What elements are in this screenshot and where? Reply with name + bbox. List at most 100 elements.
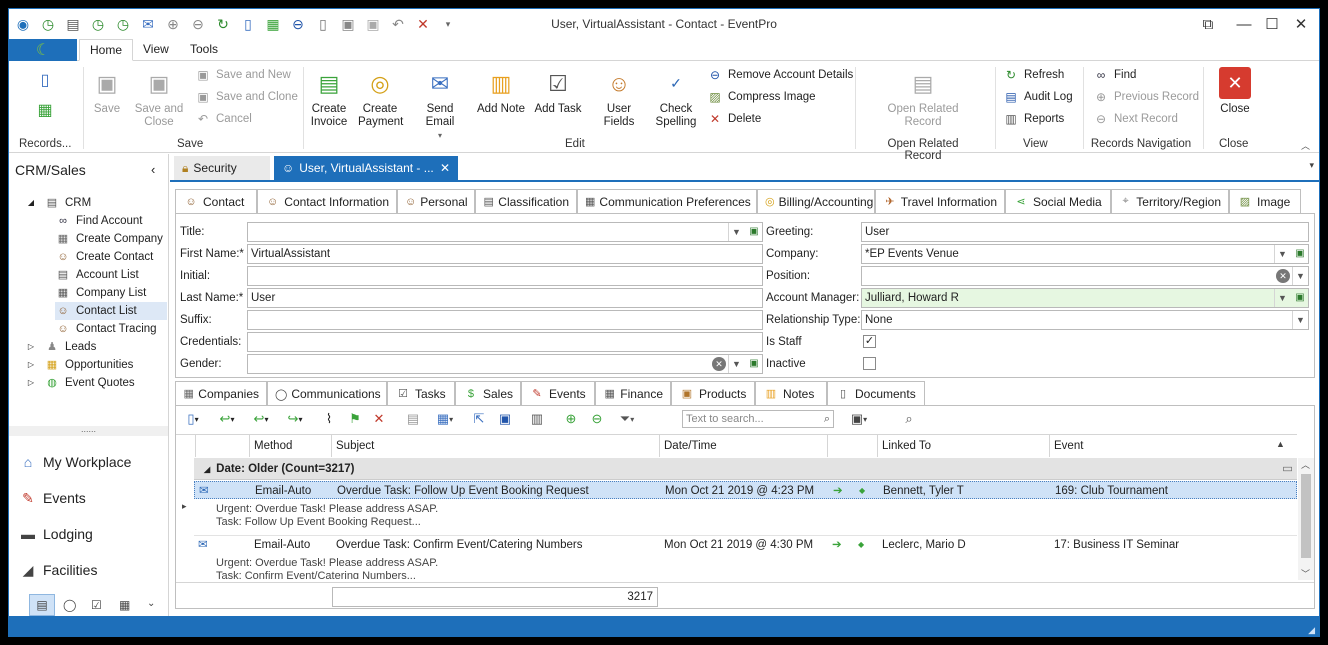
scroll-thumb[interactable] xyxy=(1301,474,1311,558)
first-name-field[interactable]: VirtualAssistant xyxy=(247,244,763,264)
ribbon-tab-tools[interactable]: Tools xyxy=(180,39,228,61)
pane-splitter[interactable]: ...... xyxy=(9,425,168,436)
clock-icon[interactable]: ◷ xyxy=(37,13,59,35)
nav-section-events[interactable]: ✎ Events xyxy=(19,487,86,509)
tree-node-crm[interactable]: ◢ ▤ CRM xyxy=(23,194,91,212)
refresh-button[interactable]: ↻ Refresh xyxy=(1003,65,1064,85)
ribbon-tab-view[interactable]: View xyxy=(133,39,179,61)
delete-button[interactable]: ✕ Delete xyxy=(707,109,761,129)
tree-item-create-contact[interactable]: ☺ Create Contact xyxy=(55,248,153,266)
table-row[interactable]: ✉ Email-Auto Overdue Task: Follow Up Eve… xyxy=(194,481,1297,499)
resize-grip-icon[interactable]: ◢ xyxy=(1308,625,1315,636)
form-tab-contact[interactable]: ☺ Contact xyxy=(175,189,257,214)
tree-node-leads[interactable]: ▷ ♟ Leads xyxy=(23,338,96,356)
last-name-field[interactable]: User xyxy=(247,288,763,308)
send-email-button[interactable]: ✉ Send Email ▾ xyxy=(412,67,468,142)
chevron-down-icon[interactable]: ▼ xyxy=(1292,267,1308,285)
close-x-icon[interactable]: ✕ xyxy=(412,13,434,35)
calendar-icon[interactable]: ▤ xyxy=(62,13,84,35)
user-fields-button[interactable]: ☺ User Fields xyxy=(591,67,647,129)
application-menu-button[interactable]: ☾ xyxy=(9,39,77,61)
find-in-grid-icon[interactable]: ⌕ xyxy=(898,406,920,432)
eventpro-logo-icon[interactable]: ◉ xyxy=(12,13,34,35)
group-by-icon[interactable]: ▦ ▾ xyxy=(434,406,456,432)
cancel-button[interactable]: ↶ Cancel xyxy=(195,109,252,129)
remove-account-details-button[interactable]: ⊖ Remove Account Details xyxy=(707,65,853,85)
tree-item-create-company[interactable]: ▦ Create Company xyxy=(55,230,163,248)
remove-icon[interactable]: ⊖ xyxy=(287,13,309,35)
delete-x-icon[interactable]: ✕ xyxy=(368,406,390,432)
nav-section-my-workplace[interactable]: ⌂ My Workplace xyxy=(19,451,132,473)
green-cubes-icon[interactable]: ▦ xyxy=(262,13,284,35)
undo-icon[interactable]: ↶ xyxy=(387,13,409,35)
calculator-shortcut-icon[interactable]: ▦ xyxy=(119,598,130,612)
create-invoice-button[interactable]: ▤ Create Invoice xyxy=(309,67,349,129)
tree-item-contact-tracing[interactable]: ☺ Contact Tracing xyxy=(55,320,156,338)
ribbon-tab-home[interactable]: Home xyxy=(79,39,134,61)
chevron-down-icon[interactable]: ▼ xyxy=(1292,311,1308,329)
down-circle-icon[interactable]: ⊖ xyxy=(187,13,209,35)
save-and-clone-button[interactable]: ▣ Save and Clone xyxy=(195,87,298,107)
sub-tab-finance[interactable]: ▦ Finance xyxy=(595,381,671,405)
open-related-record-button[interactable]: ▤ Open Related Record xyxy=(885,67,961,129)
reply-icon[interactable]: ↩ ▾ xyxy=(216,406,238,432)
compress-image-button[interactable]: ▨ Compress Image xyxy=(707,87,815,107)
flag-icon[interactable]: ⚑ xyxy=(344,406,366,432)
restore-button[interactable]: ⧉ xyxy=(1191,11,1225,37)
close-icon[interactable]: ✕ xyxy=(440,156,450,180)
account-manager-field[interactable]: Julliard, Howard R ▼ ▣ xyxy=(861,288,1309,308)
info-icon[interactable]: ▣ xyxy=(494,406,516,432)
export-icon[interactable]: ⇱ xyxy=(468,406,490,432)
column-header-subject[interactable]: Subject xyxy=(332,435,660,457)
sub-tab-products[interactable]: ▣ Products xyxy=(671,381,755,405)
chevron-down-icon[interactable]: ▼ xyxy=(1274,245,1290,263)
initial-field[interactable] xyxy=(247,266,763,286)
sub-tab-communications[interactable]: ◯ Communications xyxy=(267,381,387,406)
scroll-up-icon[interactable]: ︿ xyxy=(1301,458,1310,471)
form-tab-territory-region[interactable]: ⌖ Territory/Region xyxy=(1111,189,1229,213)
doc-tab-contact[interactable]: ☺ User, VirtualAssistant - ... ✕ xyxy=(274,156,458,180)
previous-record-button[interactable]: ⊕ Previous Record xyxy=(1093,87,1199,107)
credentials-field[interactable] xyxy=(247,332,763,352)
form-tab-classification[interactable]: ▤ Classification xyxy=(475,189,577,213)
add-note-button[interactable]: ▥ Add Note xyxy=(477,67,525,116)
lookup-icon[interactable]: ▣ xyxy=(746,355,762,373)
vertical-scrollbar[interactable]: ︿ ﹀ xyxy=(1298,458,1314,580)
chevron-down-icon[interactable]: ▼ xyxy=(728,355,744,373)
scroll-down-icon[interactable]: ﹀ xyxy=(1301,567,1310,580)
doc-tab-security[interactable]: 🔒︎ Security xyxy=(174,156,270,180)
column-header-datetime[interactable]: Date/Time xyxy=(660,435,828,457)
title-field[interactable]: ▼ ▣ xyxy=(247,222,763,242)
form-tab-communication-preferences[interactable]: ▦ Communication Preferences xyxy=(577,189,757,213)
new-record-button[interactable]: ▯ xyxy=(37,71,58,91)
column-header-linked-to[interactable]: Linked To xyxy=(878,435,1050,457)
form-tab-social-media[interactable]: ⋖ Social Media xyxy=(1005,189,1111,213)
reports-button[interactable]: ▥ Reports xyxy=(1003,109,1064,129)
tree-item-account-list[interactable]: ▤ Account List xyxy=(55,266,139,284)
greeting-field[interactable]: User xyxy=(861,222,1309,242)
sub-tab-events[interactable]: ✎ Events xyxy=(521,381,595,405)
column-header-event[interactable]: Event xyxy=(1050,435,1297,457)
cubes-button[interactable]: ▦ xyxy=(37,101,58,121)
nav-section-facilities[interactable]: ◢ Facilities xyxy=(19,559,98,581)
close-window-button[interactable]: ✕ xyxy=(1284,11,1318,37)
form-tab-image[interactable]: ▨ Image xyxy=(1229,189,1301,213)
form-tab-contact-information[interactable]: ☺ Contact Information xyxy=(257,189,397,213)
filter-icon[interactable]: ⏷ ▾ xyxy=(616,406,638,432)
form-tab-billing-accounting[interactable]: ◎ Billing/Accounting xyxy=(757,189,875,213)
reply-all-icon[interactable]: ↩ ▾ xyxy=(250,406,272,432)
forward-icon[interactable]: ↪ ▾ xyxy=(284,406,306,432)
search-input[interactable]: Text to search... ⌕ xyxy=(682,410,834,428)
table-row[interactable]: ✉ Email-Auto Overdue Task: Confirm Event… xyxy=(194,535,1297,554)
find-button[interactable]: ∞ Find xyxy=(1093,65,1137,85)
relationship-type-field[interactable]: None ▼ xyxy=(861,310,1309,330)
save-icon[interactable]: ▣ xyxy=(337,13,359,35)
notes-list-icon[interactable]: ▥ xyxy=(526,406,548,432)
is-staff-checkbox[interactable]: ✓ xyxy=(863,335,876,348)
lookup-icon[interactable]: ▣ xyxy=(1292,245,1308,263)
chevron-down-icon[interactable]: ▼ xyxy=(728,223,744,241)
down-circle-icon[interactable]: ⊖ xyxy=(586,406,608,432)
tree-item-company-list[interactable]: ▦ Company List xyxy=(55,284,147,302)
clear-icon[interactable]: ✕ xyxy=(1276,269,1290,283)
save-layout-icon[interactable]: ▣ ▾ xyxy=(848,406,870,432)
